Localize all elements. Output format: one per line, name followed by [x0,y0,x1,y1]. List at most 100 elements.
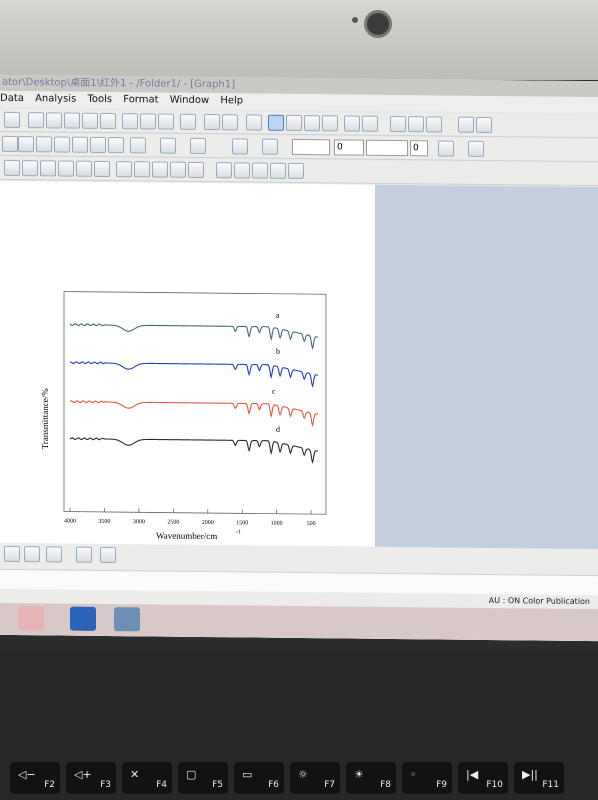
results-log-icon[interactable] [268,114,284,131]
x-tick-label: 3000 [133,519,145,525]
layer-align-icon[interactable] [94,160,110,178]
line-color-icon[interactable] [262,138,278,155]
menu-window[interactable]: Window [170,95,209,106]
crosshair-icon[interactable] [24,546,40,563]
subscript-icon[interactable] [54,136,70,153]
fill-color-icon[interactable] [232,138,248,155]
table-icon[interactable] [134,161,150,178]
add-layer-icon[interactable] [458,116,474,133]
border-width-dropdown[interactable]: 0 [410,140,428,157]
menu-data[interactable]: Data [0,93,24,104]
target-icon[interactable] [76,546,92,563]
spectrum-line-a [69,323,319,350]
draw-icon[interactable] [234,162,250,179]
greek-icon[interactable] [72,136,88,153]
camera-sensor [352,17,358,23]
font-color-icon[interactable] [190,137,206,155]
new-project-icon[interactable] [4,111,20,129]
x-tick-label: 500 [307,521,316,527]
key-f7[interactable]: ☼ F7 [290,762,340,794]
taskbar-app-icon[interactable] [18,606,44,631]
line-width-dropdown[interactable]: 0 [334,139,364,156]
template-icon[interactable] [100,546,116,564]
open-template-icon[interactable] [46,112,62,129]
key-f8[interactable]: ☀ F8 [346,762,396,794]
key-f3[interactable]: ◁+ F3 [66,762,116,794]
annotate-icon[interactable] [270,162,286,179]
word-icon[interactable] [70,606,96,631]
command-window-icon[interactable] [286,114,302,132]
menu-analysis[interactable]: Analysis [35,93,76,104]
import-ascii-icon[interactable] [122,113,138,130]
reader-icon[interactable] [252,162,268,179]
graph-page[interactable]: 4000 3500 3000 2500 2000 1500 1000 500 a b c d … [0,180,375,547]
series-label-a: a [276,311,280,320]
key-f6[interactable]: ▭ F6 [234,762,284,794]
x-tick-label: 1500 [236,520,248,526]
x-tick-label: 1000 [271,521,283,527]
fill-pattern-icon[interactable] [438,140,454,157]
bracket-icon[interactable] [22,160,38,177]
laptop-screen: ator\Desktop\桌面1\红外1 - /Folder1/ - [Grap… [0,74,598,642]
copy-icon[interactable] [408,116,424,133]
increase-font-icon[interactable] [90,136,106,153]
list-icon[interactable] [116,161,132,178]
origin-icon[interactable] [114,607,140,632]
graph-workspace: 4000 3500 3000 2500 2000 1500 1000 500 a b c d … [0,180,598,550]
x-tick-label: 2500 [167,520,179,526]
save-icon[interactable] [82,112,98,129]
border-style-dropdown[interactable] [366,139,408,157]
underline-icon[interactable] [18,136,34,153]
key-f11[interactable]: ▶|| F11 [514,762,564,794]
italic-icon[interactable] [2,135,18,153]
code-builder-icon[interactable] [304,115,320,132]
series-label-c: c [272,387,276,396]
key-f9[interactable]: ◦ F9 [402,762,452,794]
pie-icon[interactable] [362,115,378,132]
y-axis-label: Transmittance/% [40,388,50,450]
x-tick-label: 2000 [202,520,214,526]
superscript-icon[interactable] [36,136,52,153]
settings-icon[interactable] [322,115,338,132]
layout-icon[interactable] [152,161,168,178]
menu-help[interactable]: Help [220,95,243,106]
import-icon[interactable] [64,112,80,129]
menu-tools[interactable]: Tools [87,94,112,105]
box-icon[interactable] [40,160,56,177]
laptop-keyboard: ◁− F2 ◁+ F3 ✕ F4 ▢ F5 ▭ F6 ☼ F7 ☀ F8 ◦ F9 |◀ F10 … [0,650,598,800]
key-f5[interactable]: ▢ F5 [178,762,228,794]
brush-icon[interactable] [216,162,232,179]
grid-icon[interactable] [468,140,484,157]
bracket-left-icon[interactable] [4,159,20,177]
new-graph-icon[interactable] [344,115,360,132]
x-axis-label: Wavenumber/cm [156,531,217,542]
import-multiple-icon[interactable] [140,113,156,130]
chart-type-icon[interactable] [46,546,62,563]
decrease-font-icon[interactable] [108,136,124,154]
duplicate-icon[interactable] [222,114,238,131]
calendar-icon[interactable] [188,161,204,179]
project-explorer-icon[interactable] [246,114,262,131]
open-icon[interactable] [28,112,44,129]
mask-icon[interactable] [288,162,304,180]
print-icon[interactable] [180,113,196,130]
clock-icon[interactable] [170,161,186,178]
key-f4[interactable]: ✕ F4 [122,762,172,794]
pattern-icon[interactable] [160,137,176,154]
align-icon[interactable] [130,137,146,154]
key-f10[interactable]: |◀ F10 [458,762,508,794]
menu-format[interactable]: Format [123,94,158,105]
import-wizard-icon[interactable] [158,113,174,130]
line-style-dropdown[interactable] [292,138,330,156]
cut-icon[interactable] [390,115,406,133]
key-f2[interactable]: ◁− F2 [10,762,60,794]
spectrum-line-b [69,361,319,388]
webcam [364,10,392,38]
merge-icon[interactable] [476,116,492,134]
refresh-icon[interactable] [204,114,220,131]
box-double-icon[interactable] [76,160,92,177]
add-plot-icon[interactable] [4,545,20,563]
save-template-icon[interactable] [100,112,116,130]
box-open-icon[interactable] [58,160,74,177]
paste-icon[interactable] [426,116,442,133]
